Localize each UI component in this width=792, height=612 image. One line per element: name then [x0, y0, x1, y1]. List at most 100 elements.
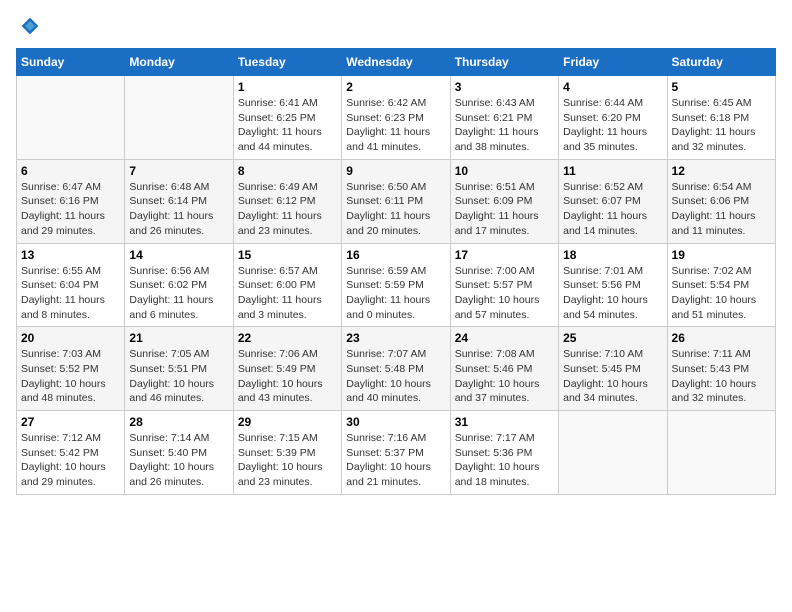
day-number: 19 — [672, 248, 771, 262]
calendar-cell: 24 Sunrise: 7:08 AM Sunset: 5:46 PM Dayli… — [450, 327, 558, 411]
day-number: 24 — [455, 331, 554, 345]
day-number: 6 — [21, 164, 120, 178]
calendar-cell: 6 Sunrise: 6:47 AM Sunset: 6:16 PM Daylig… — [17, 159, 125, 243]
day-number: 18 — [563, 248, 662, 262]
day-number: 12 — [672, 164, 771, 178]
calendar-day-header: Tuesday — [233, 49, 341, 76]
calendar-cell: 1 Sunrise: 6:41 AM Sunset: 6:25 PM Daylig… — [233, 76, 341, 160]
calendar-cell: 10Sunrise: 6:51 AM Sunset: 6:09 PM Dayli… — [450, 159, 558, 243]
day-info: Sunrise: 7:01 AM Sunset: 5:56 PM Dayligh… — [563, 264, 662, 323]
calendar-week-row: 13 Sunrise: 6:55 AM Sunset: 6:04 PM Dayli… — [17, 243, 776, 327]
day-info: Sunrise: 6:45 AM Sunset: 6:18 PM Dayligh… — [672, 96, 771, 155]
calendar-cell: 21 Sunrise: 7:05 AM Sunset: 5:51 PM Dayli… — [125, 327, 233, 411]
calendar-week-row: 27 Sunrise: 7:12 AM Sunset: 5:42 PM Dayli… — [17, 411, 776, 495]
day-number: 3 — [455, 80, 554, 94]
calendar-cell: 18 Sunrise: 7:01 AM Sunset: 5:56 PM Dayli… — [559, 243, 667, 327]
day-info: Sunrise: 6:41 AM Sunset: 6:25 PM Dayligh… — [238, 96, 337, 155]
calendar-cell: 31 Sunrise: 7:17 AM Sunset: 5:36 PM Dayli… — [450, 411, 558, 495]
day-number: 2 — [346, 80, 445, 94]
logo-icon — [20, 16, 40, 36]
day-number: 22 — [238, 331, 337, 345]
calendar-cell — [559, 411, 667, 495]
day-number: 8 — [238, 164, 337, 178]
calendar-cell — [17, 76, 125, 160]
day-number: 4 — [563, 80, 662, 94]
day-number: 16 — [346, 248, 445, 262]
calendar-cell: 28 Sunrise: 7:14 AM Sunset: 5:40 PM Dayli… — [125, 411, 233, 495]
calendar-cell: 17 Sunrise: 7:00 AM Sunset: 5:57 PM Dayli… — [450, 243, 558, 327]
day-info: Sunrise: 6:50 AM Sunset: 6:11 PM Dayligh… — [346, 180, 445, 239]
calendar-cell: 25 Sunrise: 7:10 AM Sunset: 5:45 PM Dayli… — [559, 327, 667, 411]
day-info: Sunrise: 6:59 AM Sunset: 5:59 PM Dayligh… — [346, 264, 445, 323]
day-number: 15 — [238, 248, 337, 262]
day-number: 27 — [21, 415, 120, 429]
day-info: Sunrise: 7:17 AM Sunset: 5:36 PM Dayligh… — [455, 431, 554, 490]
calendar-cell: 14 Sunrise: 6:56 AM Sunset: 6:02 PM Dayli… — [125, 243, 233, 327]
calendar-cell: 30 Sunrise: 7:16 AM Sunset: 5:37 PM Dayli… — [342, 411, 450, 495]
day-info: Sunrise: 6:55 AM Sunset: 6:04 PM Dayligh… — [21, 264, 120, 323]
day-info: Sunrise: 6:42 AM Sunset: 6:23 PM Dayligh… — [346, 96, 445, 155]
day-info: Sunrise: 7:11 AM Sunset: 5:43 PM Dayligh… — [672, 347, 771, 406]
calendar-cell: 15 Sunrise: 6:57 AM Sunset: 6:00 PM Dayli… — [233, 243, 341, 327]
day-number: 13 — [21, 248, 120, 262]
calendar-day-header: Saturday — [667, 49, 775, 76]
day-number: 9 — [346, 164, 445, 178]
day-info: Sunrise: 7:12 AM Sunset: 5:42 PM Dayligh… — [21, 431, 120, 490]
day-info: Sunrise: 7:05 AM Sunset: 5:51 PM Dayligh… — [129, 347, 228, 406]
calendar-cell: 7 Sunrise: 6:48 AM Sunset: 6:14 PM Daylig… — [125, 159, 233, 243]
day-info: Sunrise: 6:49 AM Sunset: 6:12 PM Dayligh… — [238, 180, 337, 239]
day-number: 14 — [129, 248, 228, 262]
day-info: Sunrise: 6:54 AM Sunset: 6:06 PM Dayligh… — [672, 180, 771, 239]
day-number: 25 — [563, 331, 662, 345]
calendar-cell: 19Sunrise: 7:02 AM Sunset: 5:54 PM Dayli… — [667, 243, 775, 327]
day-info: Sunrise: 6:56 AM Sunset: 6:02 PM Dayligh… — [129, 264, 228, 323]
day-info: Sunrise: 6:48 AM Sunset: 6:14 PM Dayligh… — [129, 180, 228, 239]
calendar-day-header: Sunday — [17, 49, 125, 76]
day-number: 7 — [129, 164, 228, 178]
day-number: 30 — [346, 415, 445, 429]
calendar-cell: 27 Sunrise: 7:12 AM Sunset: 5:42 PM Dayli… — [17, 411, 125, 495]
day-info: Sunrise: 6:52 AM Sunset: 6:07 PM Dayligh… — [563, 180, 662, 239]
day-info: Sunrise: 6:57 AM Sunset: 6:00 PM Dayligh… — [238, 264, 337, 323]
calendar-day-header: Wednesday — [342, 49, 450, 76]
calendar-day-header: Thursday — [450, 49, 558, 76]
calendar-cell: 3Sunrise: 6:43 AM Sunset: 6:21 PM Daylig… — [450, 76, 558, 160]
calendar-cell: 29Sunrise: 7:15 AM Sunset: 5:39 PM Dayli… — [233, 411, 341, 495]
calendar-table: SundayMondayTuesdayWednesdayThursdayFrid… — [16, 48, 776, 495]
calendar-cell: 22 Sunrise: 7:06 AM Sunset: 5:49 PM Dayli… — [233, 327, 341, 411]
day-number: 20 — [21, 331, 120, 345]
day-number: 10 — [455, 164, 554, 178]
calendar-cell: 13 Sunrise: 6:55 AM Sunset: 6:04 PM Dayli… — [17, 243, 125, 327]
calendar-cell: 8 Sunrise: 6:49 AM Sunset: 6:12 PM Daylig… — [233, 159, 341, 243]
day-number: 11 — [563, 164, 662, 178]
day-info: Sunrise: 6:44 AM Sunset: 6:20 PM Dayligh… — [563, 96, 662, 155]
calendar-cell: 2 Sunrise: 6:42 AM Sunset: 6:23 PM Daylig… — [342, 76, 450, 160]
calendar-cell: 4 Sunrise: 6:44 AM Sunset: 6:20 PM Daylig… — [559, 76, 667, 160]
calendar-cell: 16 Sunrise: 6:59 AM Sunset: 5:59 PM Dayli… — [342, 243, 450, 327]
day-info: Sunrise: 7:10 AM Sunset: 5:45 PM Dayligh… — [563, 347, 662, 406]
calendar-week-row: 6 Sunrise: 6:47 AM Sunset: 6:16 PM Daylig… — [17, 159, 776, 243]
calendar-cell: 9 Sunrise: 6:50 AM Sunset: 6:11 PM Daylig… — [342, 159, 450, 243]
calendar-header-row: SundayMondayTuesdayWednesdayThursdayFrid… — [17, 49, 776, 76]
day-info: Sunrise: 7:14 AM Sunset: 5:40 PM Dayligh… — [129, 431, 228, 490]
day-number: 28 — [129, 415, 228, 429]
calendar-week-row: 20Sunrise: 7:03 AM Sunset: 5:52 PM Dayli… — [17, 327, 776, 411]
day-info: Sunrise: 7:06 AM Sunset: 5:49 PM Dayligh… — [238, 347, 337, 406]
calendar-cell: 20Sunrise: 7:03 AM Sunset: 5:52 PM Dayli… — [17, 327, 125, 411]
day-number: 5 — [672, 80, 771, 94]
calendar-cell: 23Sunrise: 7:07 AM Sunset: 5:48 PM Dayli… — [342, 327, 450, 411]
calendar-cell: 26 Sunrise: 7:11 AM Sunset: 5:43 PM Dayli… — [667, 327, 775, 411]
day-info: Sunrise: 7:00 AM Sunset: 5:57 PM Dayligh… — [455, 264, 554, 323]
day-number: 26 — [672, 331, 771, 345]
day-number: 29 — [238, 415, 337, 429]
day-number: 23 — [346, 331, 445, 345]
day-number: 21 — [129, 331, 228, 345]
day-number: 17 — [455, 248, 554, 262]
calendar-day-header: Friday — [559, 49, 667, 76]
calendar-cell: 11 Sunrise: 6:52 AM Sunset: 6:07 PM Dayli… — [559, 159, 667, 243]
day-number: 1 — [238, 80, 337, 94]
day-info: Sunrise: 7:08 AM Sunset: 5:46 PM Dayligh… — [455, 347, 554, 406]
day-info: Sunrise: 7:16 AM Sunset: 5:37 PM Dayligh… — [346, 431, 445, 490]
day-number: 31 — [455, 415, 554, 429]
day-info: Sunrise: 6:47 AM Sunset: 6:16 PM Dayligh… — [21, 180, 120, 239]
